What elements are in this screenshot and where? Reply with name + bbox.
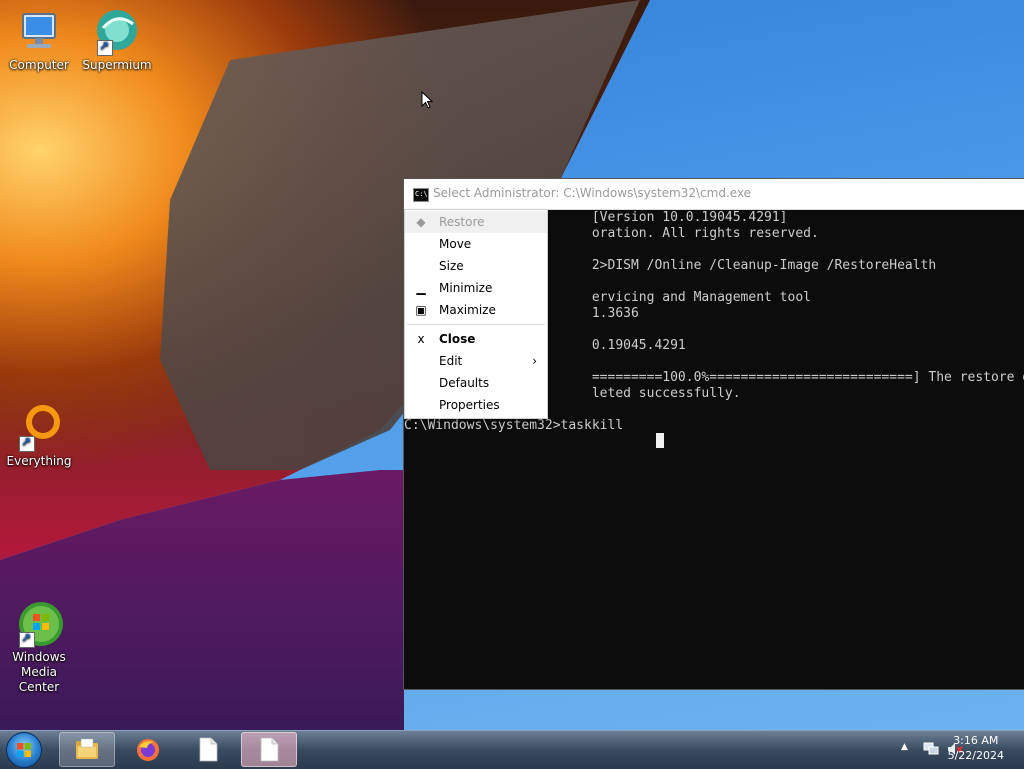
menu-item-minimize[interactable]: ▁ Minimize bbox=[405, 277, 547, 299]
system-menu[interactable]: ◆ Restore Move Size ▁ Minimize ▣ Maximiz… bbox=[404, 209, 548, 419]
taskbar-button-blank-document-2[interactable] bbox=[241, 732, 297, 767]
menu-item-maximize[interactable]: ▣ Maximize bbox=[405, 299, 547, 321]
minimize-icon: ▁ bbox=[416, 281, 426, 295]
maximize-icon: ▣ bbox=[415, 303, 427, 317]
menu-item-move[interactable]: Move bbox=[405, 233, 547, 255]
everything-search-icon bbox=[15, 404, 63, 452]
desktop-icon-label: Windows Media Center bbox=[12, 650, 66, 694]
console-prompt-line: C:\Windows\system32>taskkill bbox=[404, 418, 624, 433]
document-icon bbox=[199, 737, 218, 762]
clock-time: 3:16 AM bbox=[953, 734, 999, 747]
shortcut-arrow-icon bbox=[97, 39, 113, 56]
system-tray[interactable]: ▲ 3:16 AM 5/22/2024 bbox=[874, 731, 1024, 769]
cmd-titlebar[interactable]: C:\ Select Administrator: C:\Windows\sys… bbox=[404, 179, 1024, 210]
desktop-icon-windows-media-center[interactable]: Windows Media Center bbox=[1, 600, 77, 695]
show-hidden-icons-chevron-icon[interactable]: ▲ bbox=[901, 742, 908, 752]
windows-media-center-icon bbox=[15, 600, 63, 648]
clock[interactable]: 3:16 AM 5/22/2024 bbox=[948, 733, 1004, 763]
menu-item-edit[interactable]: Edit › bbox=[405, 350, 547, 372]
taskbar-button-firefox[interactable] bbox=[120, 732, 176, 767]
supermium-icon bbox=[93, 8, 141, 56]
taskbar-button-file-explorer[interactable] bbox=[59, 732, 115, 767]
folder-icon bbox=[76, 738, 98, 759]
firefox-icon bbox=[137, 739, 159, 761]
clock-date: 5/22/2024 bbox=[947, 749, 1004, 762]
taskbar-button-blank-document[interactable] bbox=[180, 732, 236, 767]
network-icon[interactable] bbox=[923, 741, 939, 757]
desktop-icon-supermium[interactable]: Supermium bbox=[79, 8, 155, 73]
desktop-icon-label: Computer bbox=[9, 58, 69, 72]
chevron-right-icon: › bbox=[532, 354, 537, 368]
desktop-icon-label: Supermium bbox=[82, 58, 152, 72]
menu-item-close[interactable]: x Close bbox=[405, 328, 547, 350]
desktop-icon-everything[interactable]: Everything bbox=[1, 404, 77, 469]
shortcut-arrow-icon bbox=[19, 435, 35, 452]
window-title: Select Administrator: C:\Windows\system3… bbox=[433, 186, 752, 200]
computer-icon bbox=[15, 8, 63, 56]
menu-item-restore[interactable]: ◆ Restore bbox=[405, 211, 547, 233]
taskbar[interactable]: ▲ 3:16 AM 5/22/2024 bbox=[0, 730, 1024, 769]
menu-item-defaults[interactable]: Defaults bbox=[405, 372, 547, 394]
windows-logo-icon bbox=[17, 743, 31, 757]
menu-item-properties[interactable]: Properties bbox=[405, 394, 547, 416]
document-icon bbox=[260, 737, 279, 762]
mouse-pointer-icon bbox=[421, 91, 433, 109]
menu-item-size[interactable]: Size bbox=[405, 255, 547, 277]
restore-icon: ◆ bbox=[416, 215, 426, 229]
shortcut-arrow-icon bbox=[19, 631, 35, 648]
desktop-icon-label: Everything bbox=[6, 454, 72, 468]
start-button[interactable] bbox=[6, 732, 42, 768]
desktop-icon-computer[interactable]: Computer bbox=[1, 8, 77, 73]
menu-separator bbox=[407, 324, 545, 325]
cmd-app-icon[interactable]: C:\ bbox=[413, 188, 429, 202]
text-cursor bbox=[656, 433, 664, 448]
close-icon: x bbox=[417, 332, 425, 346]
